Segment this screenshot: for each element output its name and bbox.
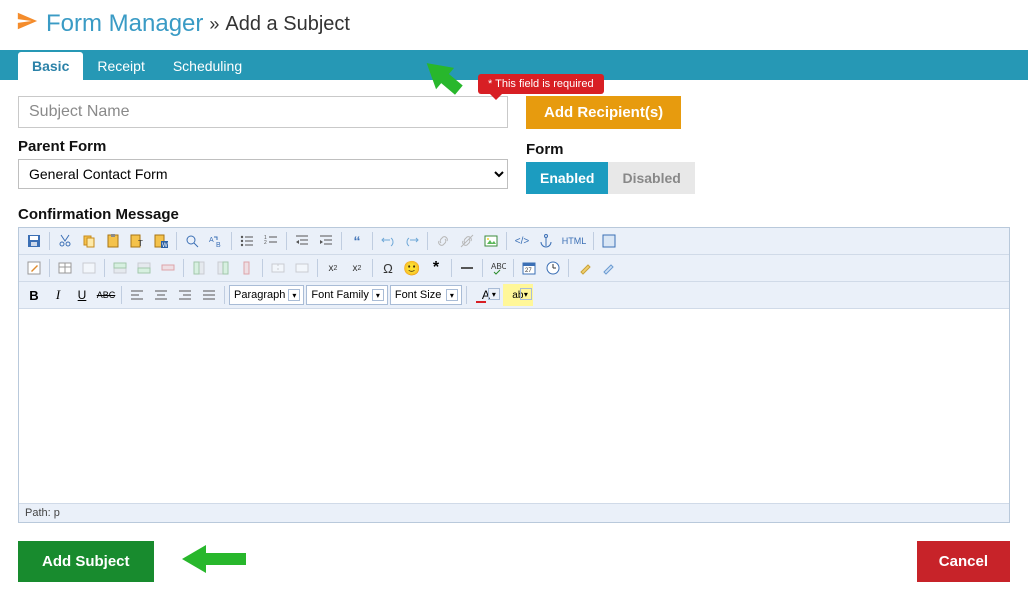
tab-basic[interactable]: Basic	[18, 52, 83, 80]
date-icon[interactable]: 27	[518, 257, 540, 279]
parent-form-select[interactable]: General Contact Form	[18, 159, 508, 189]
table-icon[interactable]	[54, 257, 76, 279]
align-left-icon[interactable]	[126, 284, 148, 306]
breadcrumb-separator: »	[209, 14, 219, 35]
cancel-button[interactable]: Cancel	[917, 541, 1010, 582]
required-tooltip: * This field is required	[478, 74, 604, 94]
redo-icon[interactable]	[401, 230, 423, 252]
clear-format-icon[interactable]	[597, 257, 619, 279]
font-size-select[interactable]: Font Size▾	[390, 285, 462, 305]
align-justify-icon[interactable]	[198, 284, 220, 306]
editor-status-bar: Path: p	[19, 503, 1009, 522]
image-icon[interactable]	[480, 230, 502, 252]
page-header: Form Manager » Add a Subject	[0, 0, 1028, 50]
edit-mode-icon[interactable]	[23, 257, 45, 279]
arrow-annotation-subject	[412, 50, 472, 102]
paper-plane-icon	[16, 10, 38, 38]
html-source-icon[interactable]: HTML	[559, 230, 589, 252]
indent-icon[interactable]	[315, 230, 337, 252]
row-delete-icon[interactable]	[157, 257, 179, 279]
paste-word-icon[interactable]: W	[150, 230, 172, 252]
link-icon[interactable]	[432, 230, 454, 252]
cut-icon[interactable]	[54, 230, 76, 252]
save-icon[interactable]	[23, 230, 45, 252]
merge-cell-icon[interactable]	[291, 257, 313, 279]
add-recipients-button[interactable]: Add Recipient(s)	[526, 96, 681, 129]
svg-text:27: 27	[525, 268, 532, 274]
editor-toolbar-row-3: B I U ABC Paragraph▾ Font Family▾ Font S…	[19, 282, 1009, 309]
editor-toolbar-row-2: x2 x2 Ω 🙂 * ABC 27	[19, 255, 1009, 282]
fullscreen-icon[interactable]	[598, 230, 620, 252]
breadcrumb-current: Add a Subject	[225, 13, 350, 36]
blockquote-icon[interactable]: “	[346, 230, 368, 252]
eraser-icon[interactable]	[573, 257, 595, 279]
editor-toolbar-row-1: T W AB 12 “ </> HTML	[19, 228, 1009, 255]
arrow-annotation-submit	[178, 539, 250, 579]
emoticon-icon[interactable]: 🙂	[401, 257, 423, 279]
paragraph-format-select[interactable]: Paragraph▾	[229, 285, 304, 305]
unlink-icon[interactable]	[456, 230, 478, 252]
replace-icon[interactable]: AB	[205, 230, 227, 252]
parent-form-label: Parent Form	[18, 138, 508, 155]
confirmation-message-label: Confirmation Message	[18, 206, 1010, 223]
form-enabled-toggle[interactable]: Enabled	[526, 162, 608, 194]
subscript-icon[interactable]: x2	[322, 257, 344, 279]
strikethrough-button[interactable]: ABC	[95, 284, 117, 306]
svg-text:2: 2	[264, 240, 267, 246]
rich-text-editor: T W AB 12 “ </> HTML	[18, 227, 1010, 523]
number-list-icon[interactable]: 12	[260, 230, 282, 252]
paste-icon[interactable]	[102, 230, 124, 252]
add-subject-button[interactable]: Add Subject	[18, 541, 154, 582]
col-before-icon[interactable]	[188, 257, 210, 279]
svg-text:T: T	[138, 239, 143, 248]
time-icon[interactable]	[542, 257, 564, 279]
align-center-icon[interactable]	[150, 284, 172, 306]
tab-scheduling[interactable]: Scheduling	[159, 52, 256, 80]
page-title: Form Manager	[46, 10, 203, 38]
find-icon[interactable]	[181, 230, 203, 252]
row-before-icon[interactable]	[109, 257, 131, 279]
undo-icon[interactable]	[377, 230, 399, 252]
split-cell-icon[interactable]	[267, 257, 289, 279]
form-status-label: Form	[526, 141, 1010, 158]
tab-receipt[interactable]: Receipt	[83, 52, 158, 80]
col-delete-icon[interactable]	[236, 257, 258, 279]
svg-text:W: W	[162, 243, 168, 249]
table-props-icon[interactable]	[78, 257, 100, 279]
svg-text:B: B	[216, 242, 221, 249]
editor-content-area[interactable]	[19, 309, 1009, 503]
anchor-icon[interactable]	[535, 230, 557, 252]
text-color-button[interactable]: A▾	[471, 284, 501, 306]
align-right-icon[interactable]	[174, 284, 196, 306]
superscript-icon[interactable]: x2	[346, 257, 368, 279]
paste-text-icon[interactable]: T	[126, 230, 148, 252]
font-family-select[interactable]: Font Family▾	[306, 285, 387, 305]
outdent-icon[interactable]	[291, 230, 313, 252]
hr-icon[interactable]	[456, 257, 478, 279]
code-icon[interactable]: </>	[511, 230, 533, 252]
svg-text:ABC: ABC	[491, 262, 506, 271]
asterisk-icon[interactable]: *	[425, 257, 447, 279]
copy-icon[interactable]	[78, 230, 100, 252]
form-disabled-toggle[interactable]: Disabled	[608, 162, 694, 194]
special-char-icon[interactable]: Ω	[377, 257, 399, 279]
svg-text:A: A	[209, 237, 214, 244]
highlight-color-button[interactable]: ab▾	[503, 284, 533, 306]
underline-button[interactable]: U	[71, 284, 93, 306]
bullet-list-icon[interactable]	[236, 230, 258, 252]
col-after-icon[interactable]	[212, 257, 234, 279]
spellcheck-icon[interactable]: ABC	[487, 257, 509, 279]
italic-button[interactable]: I	[47, 284, 69, 306]
row-after-icon[interactable]	[133, 257, 155, 279]
bold-button[interactable]: B	[23, 284, 45, 306]
